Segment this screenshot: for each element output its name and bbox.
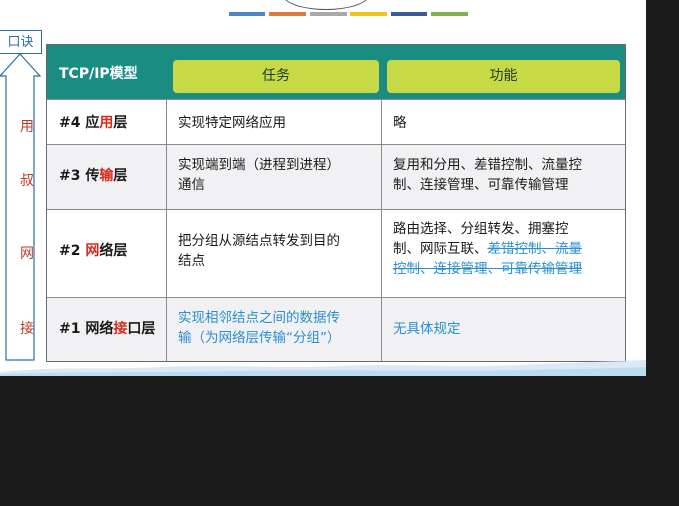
column-divider xyxy=(381,99,382,361)
slide: 口诀 用 叔 网 接 TCP/IP模型 任务 功能 #4 应用层 实现特定网络应… xyxy=(0,0,679,376)
column-divider xyxy=(166,99,167,361)
task-text: 把分组从源结点转发到目的 结点 xyxy=(178,233,340,269)
table-header: TCP/IP模型 任务 功能 xyxy=(47,45,625,99)
layer-name: #2 网络层 xyxy=(59,243,128,259)
function-text: 复用和分用、差错控制、流量控 制、连接管理、可靠传输管理 xyxy=(393,157,582,193)
circle-decoration xyxy=(282,0,370,10)
mnemonic-char-2: 叔 xyxy=(20,173,34,189)
color-strip-3 xyxy=(310,12,347,16)
task-text: 实现特定网络应用 xyxy=(178,115,286,131)
mnemonic-tab: 口诀 xyxy=(0,30,42,54)
color-strip-4 xyxy=(350,12,387,16)
header-task: 任务 xyxy=(173,60,379,93)
layer-name: #4 应用层 xyxy=(59,115,128,131)
layer-name: #3 传输层 xyxy=(59,168,128,184)
color-strip-1 xyxy=(229,12,265,16)
mnemonic-char-3: 网 xyxy=(20,246,34,262)
mnemonic-char-1: 用 xyxy=(20,119,34,135)
task-text: 实现端到端（进程到进程） 通信 xyxy=(178,157,340,193)
color-strip-6 xyxy=(431,12,468,16)
color-strip-5 xyxy=(391,12,427,16)
function-text: 略 xyxy=(393,115,407,131)
wave-decoration xyxy=(0,360,646,376)
color-strip-2 xyxy=(269,12,306,16)
table-row xyxy=(47,99,625,144)
mnemonic-char-4: 接 xyxy=(20,321,34,337)
header-function: 功能 xyxy=(387,60,620,93)
tcpip-table: TCP/IP模型 任务 功能 #4 应用层 实现特定网络应用 略 #3 传输层 … xyxy=(46,44,626,362)
right-edge-band xyxy=(646,0,679,376)
header-model-label: TCP/IP模型 xyxy=(59,66,138,82)
function-text: 路由选择、分组转发、拥塞控 制、网际互联、差错控制、流量 控制、连接管理、可靠传… xyxy=(393,221,582,277)
